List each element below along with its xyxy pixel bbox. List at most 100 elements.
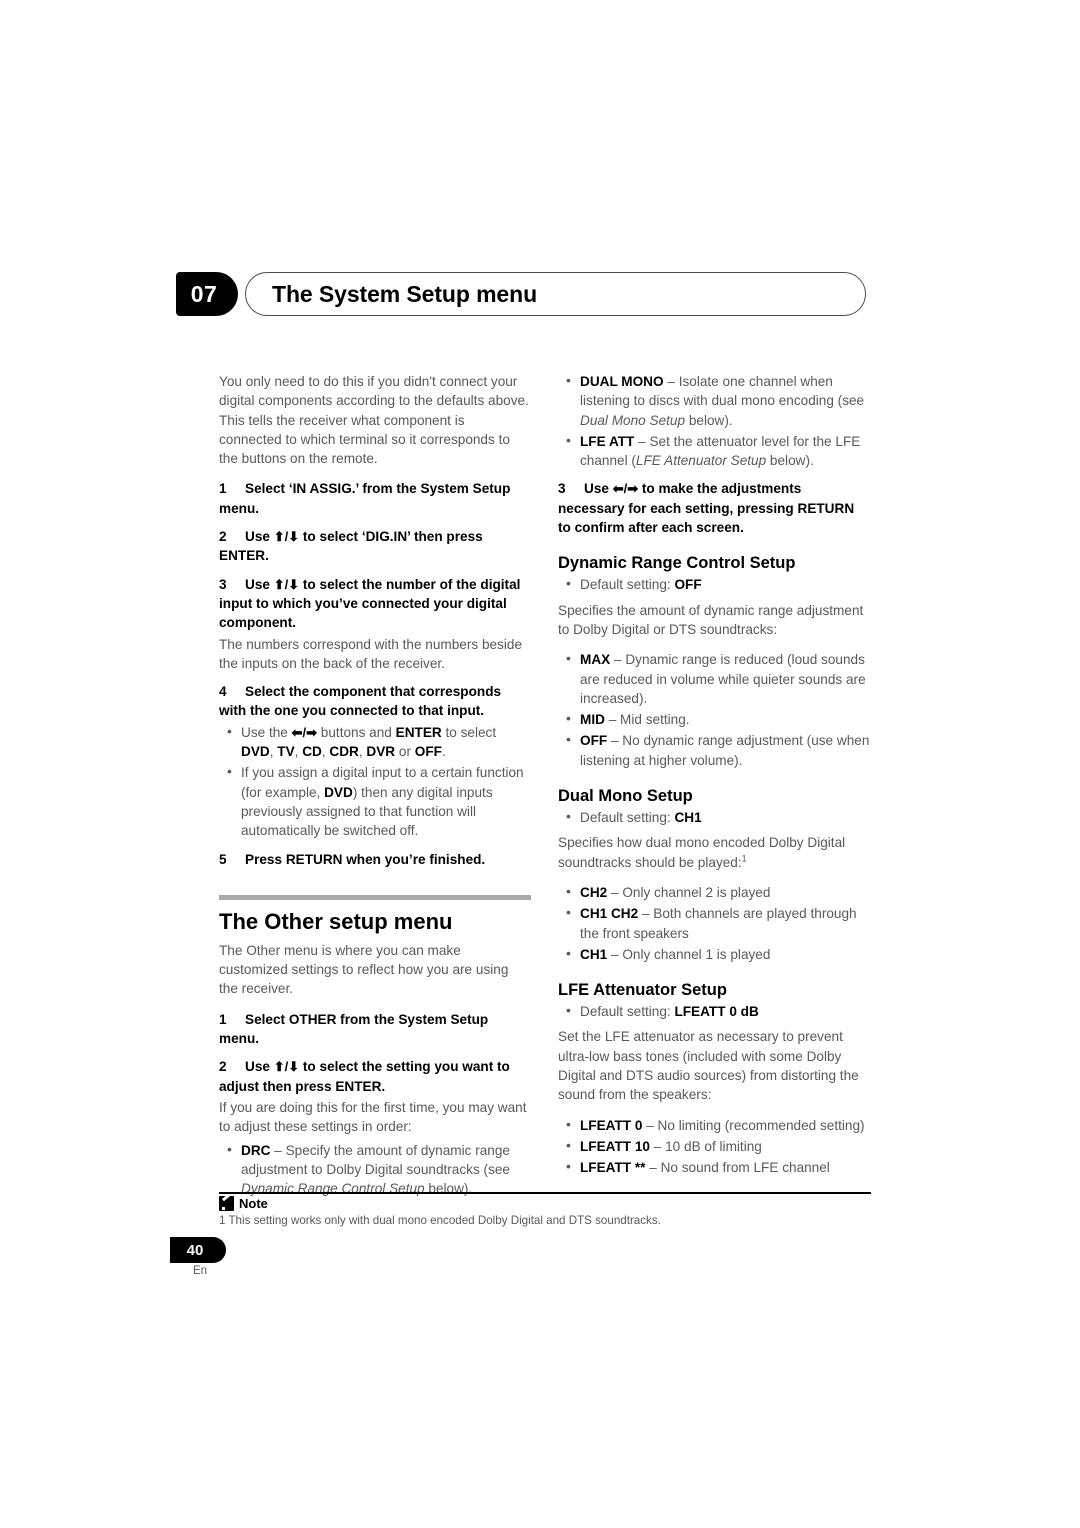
list-item: DUAL MONO – Isolate one channel when lis… [558,371,870,430]
arrow-icon: ⬅/➡ [291,724,318,740]
note-text: 1 This setting works only with dual mono… [219,1214,661,1227]
text-run: – 10 dB of limiting [650,1138,762,1154]
updown-arrow-icon: ⬆/⬇ [273,1059,300,1075]
step-text: Select the component that corresponds wi… [219,684,502,719]
default-setting-value: OFF [674,577,702,593]
step-number: 2 [219,529,227,545]
emphasis-bold: CH2 [580,884,608,900]
list-item: CH2 – Only channel 2 is played [558,882,870,902]
emphasis-bold: CH1 CH2 [580,906,639,922]
note-divider [219,1192,871,1195]
subhead-dual-mono-setup: Dual Mono Setup [558,787,693,806]
step-1: 1 Select ‘IN ASSIG.’ from the System Setu… [219,479,531,518]
step-text-before: Use [584,481,613,497]
lfe-default-setting: Default setting: LFEATT 0 dB [558,1001,870,1021]
text-run: – Only channel 2 is played [607,884,771,900]
list-item: MID – Mid setting. [558,709,870,729]
step-4-bullet-list: Use the ⬅/➡ buttons and ENTER to select … [219,722,531,841]
step-text: Select ‘IN ASSIG.’ from the System Setup… [219,481,511,516]
drc-default-setting: Default setting: OFF [558,574,870,594]
default-setting-value: CH1 [674,810,702,826]
lfe-options-list: LFEATT 0 – No limiting (recommended sett… [558,1115,870,1178]
list-item: Default setting: LFEATT 0 dB [558,1001,870,1021]
emphasis-bold: CH1 [580,946,608,962]
emphasis-bold: DVD [324,784,353,800]
drc-intro: Specifies the amount of dynamic range ad… [558,602,864,637]
section-divider [219,894,531,900]
list-item: If you assign a digital input to a certa… [219,762,531,840]
left-column: You only need to do this if you didn't c… [219,372,531,1200]
step-4: 4 Select the component that corresponds w… [219,682,531,840]
text-run: – No limiting (recommended setting) [642,1117,865,1133]
text-run: buttons and [317,724,396,740]
drc-options-list: MAX – Dynamic range is reduced (loud sou… [558,649,870,770]
step-text-before: Use [245,1059,274,1075]
text-run: – No sound from LFE channel [645,1160,830,1176]
leftright-arrow-icon: ⬅/➡ [612,481,639,497]
page-language-label: En [192,1265,208,1277]
pencil-icon [219,1196,234,1211]
dual-mono-options-list: CH2 – Only channel 2 is playedCH1 CH2 – … [558,882,870,964]
text-run: or [395,744,415,760]
note-label: Note [239,1196,268,1211]
emphasis-bold: TV [277,744,295,760]
chapter-number-badge: 07 [176,272,238,316]
list-item: Use the ⬅/➡ buttons and ENTER to select … [219,722,531,762]
note-header: Note [219,1196,268,1211]
chapter-title-pill: The System Setup menu [245,272,866,316]
default-setting-label: Default setting: [580,577,675,593]
updown-arrow-icon: ⬆/⬇ [273,529,300,545]
text-run: – Dynamic range is reduced (loud sounds … [580,652,866,706]
list-item: CH1 – Only channel 1 is played [558,944,870,964]
right-step-3: 3 Use ⬅/➡ to make the adjustments necessa… [558,479,870,537]
section-intro: The Other menu is where you can make cus… [219,942,509,997]
settings-overview-bullet-list: DUAL MONO – Isolate one channel when lis… [558,371,870,471]
list-item: MAX – Dynamic range is reduced (loud sou… [558,649,870,708]
emphasis-bold: MAX [580,652,611,668]
emphasis-bold: LFEATT 10 [580,1138,650,1154]
emphasis-italic: Dual Mono Setup [580,412,686,428]
updown-arrow-icon: ⬆/⬇ [273,576,300,592]
emphasis-bold: DUAL MONO [580,374,664,389]
right-column: DUAL MONO – Isolate one channel when lis… [558,371,870,1180]
intro-paragraph: You only need to do this if you didn't c… [219,374,529,467]
emphasis-bold: OFF [580,733,608,749]
dual-mono-intro: Specifies how dual mono encoded Dolby Di… [558,833,870,872]
step-number: 3 [219,576,227,592]
list-item: CH1 CH2 – Both channels are played throu… [558,903,870,943]
emphasis-bold: CD [302,744,322,760]
emphasis-bold: LFEATT ** [580,1160,646,1176]
text-run: – No dynamic range adjustment (use when … [580,733,870,768]
step-number: 1 [219,1011,227,1027]
default-setting-label: Default setting: [580,810,675,826]
list-item: OFF – No dynamic range adjustment (use w… [558,730,870,770]
dual-mono-intro-text: Specifies how dual mono encoded Dolby Di… [558,835,846,870]
default-setting-value: LFEATT 0 dB [674,1004,759,1020]
text-run: below). [766,453,814,469]
text-run: – Only channel 1 is played [607,946,771,962]
subhead-lfe-attenuator-setup: LFE Attenuator Setup [558,981,727,1000]
emphasis-bold: DVR [366,744,396,760]
step-text: Press RETURN when you’re finished. [245,851,486,867]
step-2: 2 Use ⬆/⬇ to select ‘DIG.IN’ then press E… [219,527,531,566]
emphasis-italic: LFE Attenuator Setup [635,453,767,469]
text-run: – Mid setting. [604,712,690,728]
subhead-dynamic-range-control-setup: Dynamic Range Control Setup [558,554,796,573]
section-title-other-setup: The Other setup menu [219,908,453,934]
step-3-detail: The numbers correspond with the numbers … [219,636,522,671]
step-text-before: Use [245,529,274,545]
list-item: LFEATT 10 – 10 dB of limiting [558,1136,870,1156]
step-number: 1 [219,481,227,497]
text-run: to select [441,724,497,740]
emphasis-bold: MID [580,712,605,728]
page-number-badge: 40 [170,1237,226,1263]
other-step-1: 1 Select OTHER from the System Setup menu… [219,1010,531,1049]
step-3: 3 Use ⬆/⬇ to select the number of the dig… [219,575,531,673]
emphasis-bold: ENTER [395,724,442,740]
footnote-marker: 1 [741,853,747,864]
list-item: LFE ATT – Set the attenuator level for t… [558,431,870,471]
list-item: Default setting: CH1 [558,807,870,827]
other-step-2: 2 Use ⬆/⬇ to select the setting you want … [219,1057,531,1136]
step-text: Select OTHER from the System Setup menu. [219,1011,489,1047]
other-settings-bullet-list: DRC – Specify the amount of dynamic rang… [219,1140,531,1199]
